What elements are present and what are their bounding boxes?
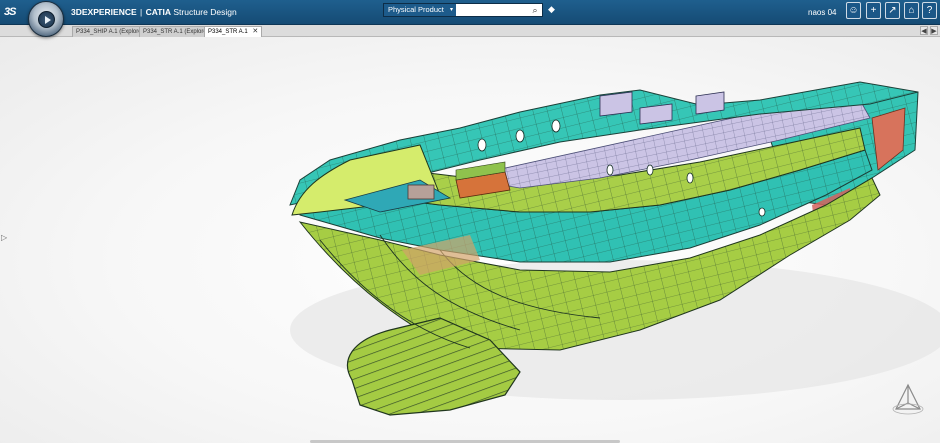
compass-play-button[interactable] — [38, 11, 55, 28]
tab-strip: P334_SHIP A.1 (Explore) P334_STR A.1 (Ex… — [0, 25, 940, 37]
app-title: 3DEXPERIENCE | CATIA Structure Design — [71, 7, 237, 17]
search-bar: Physical Product ▾ ⌕ — [383, 3, 543, 17]
brand-name: 3DEXPERIENCE — [71, 7, 137, 17]
tab-p334-str-active[interactable]: P334_STR A.1 ✕ — [204, 26, 263, 37]
deckhouse-2 — [639, 103, 673, 125]
help-icon[interactable]: ? — [922, 2, 937, 19]
search-icon[interactable]: ⌕ — [529, 4, 541, 16]
tab-next-arrow[interactable]: ▶ — [930, 26, 938, 35]
dassault-logo: 3S — [4, 6, 16, 18]
ship-structure-model[interactable] — [0, 37, 940, 443]
add-icon[interactable]: + — [866, 2, 881, 19]
tab-p334-ship-explore[interactable]: P334_SHIP A.1 (Explore) — [72, 26, 148, 37]
top-bar: 3S 3DEXPERIENCE | CATIA Structure Design… — [0, 0, 940, 25]
3d-viewport[interactable]: ▷ — [0, 37, 940, 443]
stern-hatch — [871, 107, 906, 171]
chevron-down-icon: ▾ — [449, 7, 453, 13]
module-name: Structure Design — [173, 7, 237, 17]
tag-icon[interactable]: ◆ — [548, 4, 559, 15]
home-icon[interactable]: ⌂ — [904, 2, 919, 19]
compass-widget[interactable] — [28, 1, 64, 37]
tab-p334-str-explore[interactable]: P334_STR A.1 (Explore) — [139, 26, 213, 37]
tab-prev-arrow[interactable]: ◀ — [920, 26, 928, 35]
deckhouse-3 — [695, 91, 725, 115]
play-icon — [45, 16, 51, 24]
product-name: CATIA — [145, 7, 171, 17]
deckhouse-1 — [599, 91, 633, 117]
share-icon[interactable]: ↗ — [885, 2, 900, 19]
close-icon[interactable]: ✕ — [252, 28, 258, 35]
search-input[interactable] — [458, 4, 524, 16]
search-scope-dropdown[interactable]: Physical Product ▾ — [384, 4, 456, 16]
profile-icon[interactable]: ☺ — [846, 2, 861, 19]
user-name[interactable]: naos 04 — [808, 0, 836, 25]
axis-triad-icon[interactable] — [888, 379, 928, 419]
winch-unit — [407, 184, 435, 200]
